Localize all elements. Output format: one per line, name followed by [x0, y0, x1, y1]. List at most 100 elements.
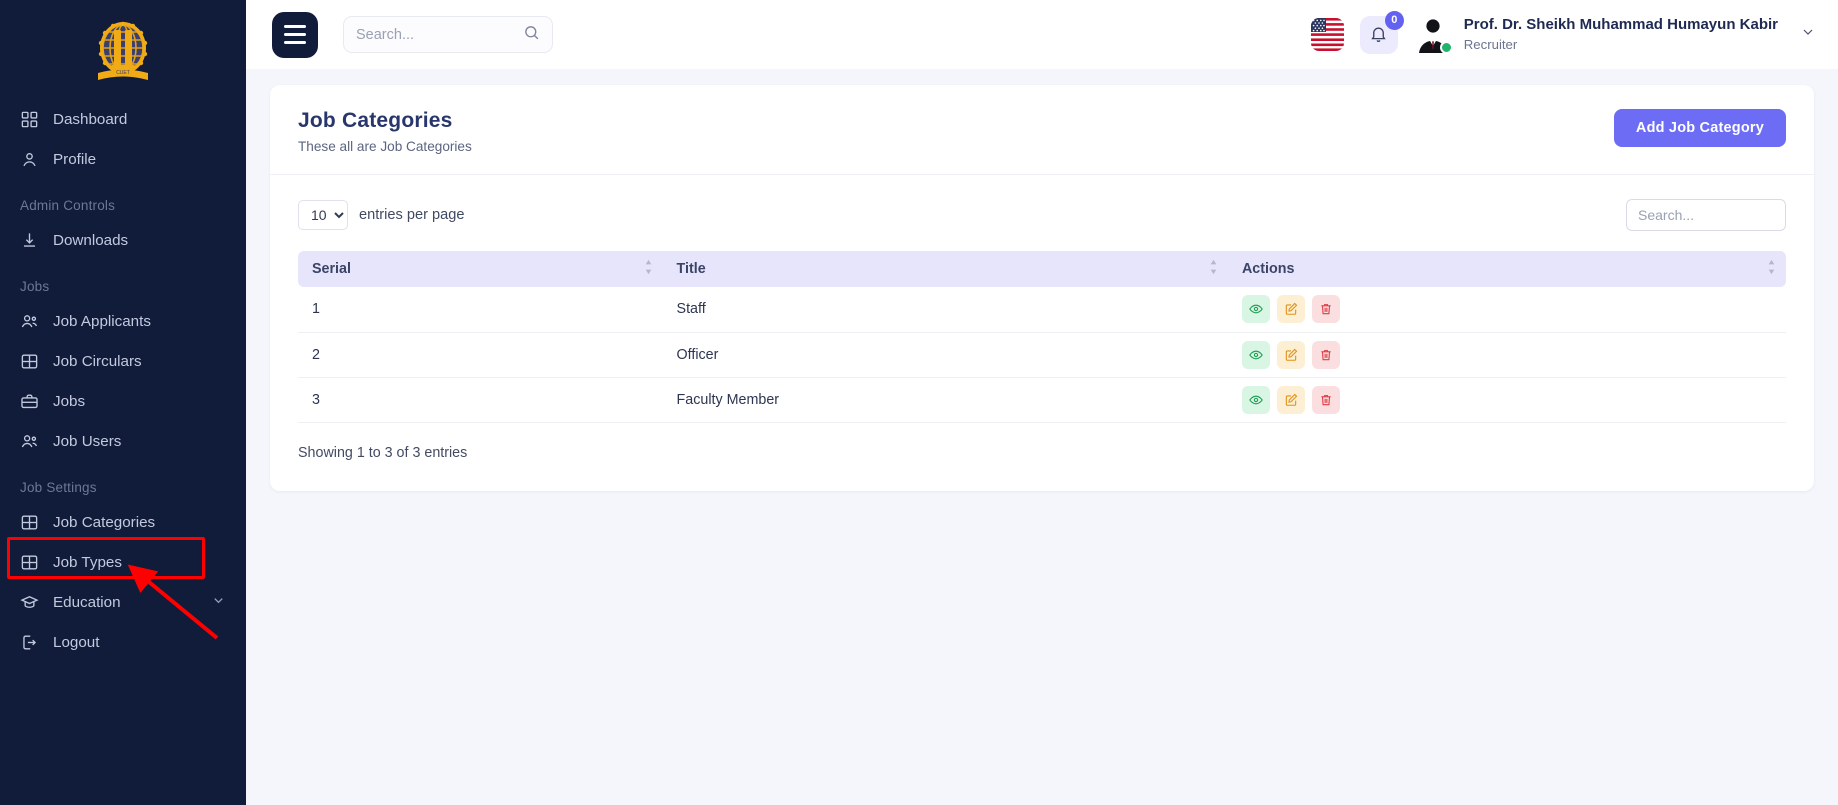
sort-icon: [644, 259, 653, 279]
showing-entries-text: Showing 1 to 3 of 3 entries: [298, 445, 1786, 461]
table-header: Serial Title: [298, 251, 1786, 287]
cell-serial: 3: [298, 377, 663, 422]
job-categories-card: Job Categories These all are Job Categor…: [270, 85, 1814, 491]
page-title: Job Categories: [298, 109, 472, 133]
user-role: Recruiter: [1464, 36, 1778, 53]
table-icon: [20, 352, 39, 371]
content-area: Job Categories These all are Job Categor…: [246, 69, 1838, 805]
online-status-dot: [1440, 41, 1453, 54]
column-header-actions[interactable]: Actions: [1228, 251, 1786, 287]
sort-icon: [1767, 259, 1776, 279]
cell-serial: 2: [298, 332, 663, 377]
cell-title: Officer: [663, 332, 1228, 377]
sidebar-item-label: Job Users: [53, 433, 121, 450]
cell-actions: [1228, 287, 1786, 332]
table-icon: [20, 553, 39, 572]
sidebar-item-label: Logout: [53, 634, 99, 651]
column-header-serial[interactable]: Serial: [298, 251, 663, 287]
entries-per-page-select[interactable]: 10: [298, 200, 348, 230]
view-button[interactable]: [1242, 386, 1270, 414]
cell-serial: 1: [298, 287, 663, 332]
sidebar-section-admin-controls: Admin Controls: [0, 198, 246, 213]
grid-icon: [20, 110, 39, 129]
sidebar-item-jobs[interactable]: Jobs: [0, 382, 246, 420]
add-job-category-button[interactable]: Add Job Category: [1614, 109, 1786, 147]
delete-button[interactable]: [1312, 386, 1340, 414]
view-button[interactable]: [1242, 295, 1270, 323]
graduation-cap-icon: [20, 593, 39, 612]
table-search-input[interactable]: [1626, 199, 1786, 231]
university-crest-logo: CUET: [92, 16, 154, 88]
sidebar-item-job-types[interactable]: Job Types: [0, 543, 246, 581]
delete-button[interactable]: [1312, 341, 1340, 369]
sidebar-item-logout[interactable]: Logout: [0, 623, 246, 661]
sidebar-item-job-circulars[interactable]: Job Circulars: [0, 342, 246, 380]
column-header-title[interactable]: Title: [663, 251, 1228, 287]
sidebar-logo[interactable]: CUET: [0, 6, 246, 98]
page-subtitle: These all are Job Categories: [298, 139, 472, 154]
sidebar-item-label: Education: [53, 594, 121, 611]
table-row: 1 Staff: [298, 287, 1786, 332]
chevron-down-icon[interactable]: [1800, 24, 1816, 45]
cell-actions: [1228, 332, 1786, 377]
cell-title: Faculty Member: [663, 377, 1228, 422]
column-label: Title: [677, 261, 706, 277]
sidebar-item-label: Job Types: [53, 554, 122, 571]
avatar: [1414, 16, 1452, 54]
topbar: 0 Prof. Dr. Sheikh Muhammad Humayun K: [246, 0, 1838, 69]
topbar-right: 0 Prof. Dr. Sheikh Muhammad Humayun K: [1311, 16, 1816, 54]
sidebar-item-label: Profile: [53, 151, 96, 168]
table-header-row: Serial Title: [298, 251, 1786, 287]
chevron-down-icon: [211, 593, 226, 612]
sidebar-item-job-categories[interactable]: Job Categories: [0, 503, 246, 541]
view-button[interactable]: [1242, 341, 1270, 369]
search-input[interactable]: [356, 27, 515, 43]
edit-button[interactable]: [1277, 386, 1305, 414]
logout-icon: [20, 633, 39, 652]
sidebar-item-job-users[interactable]: Job Users: [0, 422, 246, 460]
column-label: Actions: [1242, 261, 1294, 277]
sidebar-item-downloads[interactable]: Downloads: [0, 221, 246, 259]
notification-count-badge: 0: [1385, 11, 1404, 30]
sidebar-item-profile[interactable]: Profile: [0, 140, 246, 178]
sidebar-item-label: Downloads: [53, 232, 128, 249]
edit-button[interactable]: [1277, 295, 1305, 323]
user-info: Prof. Dr. Sheikh Muhammad Humayun Kabir …: [1464, 16, 1778, 53]
table-icon: [20, 513, 39, 532]
sidebar-item-label: Job Applicants: [53, 313, 151, 330]
sidebar-section-jobs: Jobs: [0, 279, 246, 294]
user-icon: [20, 150, 39, 169]
main-area: 0 Prof. Dr. Sheikh Muhammad Humayun K: [246, 0, 1838, 805]
sidebar-item-label: Job Circulars: [53, 353, 142, 370]
sort-icon: [1209, 259, 1218, 279]
table-row: 2 Officer: [298, 332, 1786, 377]
global-search[interactable]: [343, 16, 553, 53]
sidebar-item-label: Job Categories: [53, 514, 155, 531]
briefcase-icon: [20, 392, 39, 411]
users-icon: [20, 312, 39, 331]
sidebar-item-label: Dashboard: [53, 111, 127, 128]
page-heading: Job Categories These all are Job Categor…: [298, 109, 472, 154]
us-flag-icon[interactable]: [1311, 18, 1344, 51]
table-row: 3 Faculty Member: [298, 377, 1786, 422]
user-name: Prof. Dr. Sheikh Muhammad Humayun Kabir: [1464, 16, 1778, 35]
sidebar-item-job-applicants[interactable]: Job Applicants: [0, 302, 246, 340]
card-body: 10 entries per page Serial: [270, 175, 1814, 491]
cell-actions: [1228, 377, 1786, 422]
entries-per-page-label: entries per page: [359, 207, 464, 223]
table-controls: 10 entries per page: [298, 199, 1786, 231]
sidebar-section-job-settings: Job Settings: [0, 480, 246, 495]
app-root: CUET Dashboard Profile: [0, 0, 1838, 805]
cell-title: Staff: [663, 287, 1228, 332]
user-menu[interactable]: Prof. Dr. Sheikh Muhammad Humayun Kabir …: [1414, 16, 1816, 54]
download-icon: [20, 231, 39, 250]
notifications-button[interactable]: 0: [1360, 16, 1398, 54]
sidebar-item-education[interactable]: Education: [0, 583, 246, 621]
sidebar-item-label: Jobs: [53, 393, 85, 410]
delete-button[interactable]: [1312, 295, 1340, 323]
users-icon: [20, 432, 39, 451]
hamburger-menu-icon[interactable]: [272, 12, 318, 58]
search-icon: [523, 24, 540, 46]
sidebar-item-dashboard[interactable]: Dashboard: [0, 100, 246, 138]
edit-button[interactable]: [1277, 341, 1305, 369]
